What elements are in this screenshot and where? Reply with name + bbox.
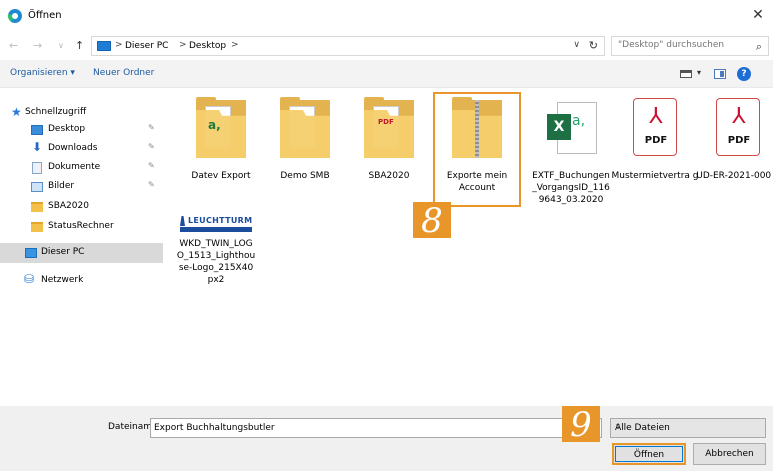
sidebar-item-statusrechner[interactable]: StatusRechner — [0, 217, 163, 237]
pdf-label: PDF — [644, 135, 668, 146]
filename-input[interactable] — [150, 418, 602, 438]
network-icon: ⛁ — [24, 272, 35, 286]
step-callout-9: 9 — [562, 406, 600, 444]
sidebar-item-documents[interactable]: Dokumente ✎ — [0, 158, 163, 178]
sidebar-item-sba2020[interactable]: SBA2020 — [0, 197, 163, 217]
window-title: Öffnen — [28, 10, 62, 21]
sidebar-item-label: SBA2020 — [48, 201, 89, 211]
search-input[interactable] — [618, 40, 744, 50]
download-icon: ⬇ — [32, 140, 43, 154]
pin-icon: ✎ — [148, 180, 155, 189]
search-box[interactable]: ⌕ — [611, 36, 769, 56]
edge-app-icon — [8, 9, 22, 23]
sidebar-item-downloads[interactable]: ⬇ Downloads ✎ — [0, 139, 163, 159]
pin-icon: ✎ — [148, 123, 155, 132]
file-label: Demo SMB — [280, 171, 330, 181]
folder-icon — [31, 202, 43, 212]
help-icon[interactable]: ? — [737, 67, 751, 81]
folder-icon: PDF — [364, 97, 414, 158]
sidebar-item-pictures[interactable]: Bilder ✎ — [0, 177, 163, 197]
breadcrumb-desktop[interactable]: Desktop — [189, 41, 226, 51]
file-label: Datev Export — [191, 171, 251, 181]
sidebar-item-desktop[interactable]: Desktop ✎ — [0, 120, 163, 140]
excel-x-glyph: X — [547, 114, 571, 140]
sidebar-item-label: Desktop — [48, 124, 86, 134]
pin-icon: ✎ — [148, 142, 155, 151]
command-bar: Organisieren ▾ Neuer Ordner ▾ ? — [0, 60, 773, 88]
sidebar-item-label: Dieser PC — [41, 247, 85, 257]
breadcrumb-separator[interactable]: > — [115, 40, 123, 50]
pc-icon — [25, 248, 37, 258]
file-item-mustermietvertrag[interactable]: ⅄ PDF Mustermietvertra g — [611, 92, 699, 212]
file-label: Exporte mein Account — [446, 171, 508, 193]
change-view-icon[interactable] — [680, 70, 692, 78]
file-label: EXTF_Buchungen _VorgangsID_116 9643_03.2… — [532, 171, 610, 205]
pdf-label: PDF — [727, 135, 751, 146]
file-label: UD-ER-2021-000 9 — [696, 171, 773, 181]
navigation-pane: ★ Schnellzugriff Desktop ✎ ⬇ Downloads ✎… — [0, 88, 163, 406]
breadcrumb-this-pc[interactable]: Dieser PC — [125, 41, 168, 51]
excel-sheet-glyph: a, — [572, 113, 586, 129]
file-list: a, Datev Export Demo SMB PDF SBA2020 Exp… — [163, 88, 773, 406]
refresh-icon[interactable]: ↻ — [589, 39, 598, 52]
cancel-button[interactable]: Abbrechen — [693, 443, 766, 465]
folder-icon — [31, 222, 43, 232]
folder-icon: a, — [196, 97, 246, 158]
file-item-exporte-mein-account[interactable]: Exporte mein Account — [433, 92, 521, 212]
file-item-extf-buchungen[interactable]: a, X EXTF_Buchungen _VorgangsID_116 9643… — [527, 92, 615, 212]
new-folder-button[interactable]: Neuer Ordner — [93, 68, 154, 78]
pdf-file-icon: ⅄ PDF — [633, 98, 677, 156]
lighthouse-logo-image: LEUCHTTURM — [180, 216, 252, 234]
file-item-ud-er-2021-0009[interactable]: ⅄ PDF UD-ER-2021-000 9 — [694, 92, 773, 212]
zip-folder-icon — [452, 97, 502, 158]
close-icon[interactable]: ✕ — [749, 7, 767, 23]
folder-icon — [280, 97, 330, 158]
view-options-dropdown-icon[interactable]: ▾ — [697, 68, 701, 77]
forward-arrow-icon[interactable]: → — [33, 39, 42, 52]
chevron-down-icon: ∨ — [615, 422, 621, 431]
open-button[interactable]: Öffnen — [612, 443, 686, 465]
sidebar-item-label: Netzwerk — [41, 275, 84, 285]
search-icon[interactable]: ⌕ — [756, 40, 762, 54]
address-dropdown-chevron-icon[interactable]: ∨ — [573, 40, 580, 50]
address-box[interactable]: > Dieser PC > Desktop > ∨ ↻ — [91, 36, 605, 56]
preview-pane-icon[interactable] — [714, 69, 726, 79]
file-label: SBA2020 — [368, 171, 410, 181]
title-bar: Öffnen ✕ — [0, 0, 773, 32]
organize-menu-button[interactable]: Organisieren ▾ — [10, 68, 75, 78]
excel-file-icon: a, X — [547, 102, 597, 154]
address-bar-row: ← → ∨ ↑ > Dieser PC > Desktop > ∨ ↻ ⌕ — [0, 32, 773, 60]
sidebar-item-label: Dokumente — [48, 162, 101, 172]
sidebar-item-label: Downloads — [48, 143, 98, 153]
this-pc-icon — [97, 41, 111, 51]
excel-badge-icon: a, — [208, 118, 221, 132]
sidebar-item-this-pc[interactable]: Dieser PC — [0, 243, 163, 263]
file-item-sba2020[interactable]: PDF SBA2020 — [345, 92, 433, 212]
back-arrow-icon[interactable]: ← — [9, 39, 18, 52]
file-label: Mustermietvertra g — [611, 171, 699, 181]
pdf-badge-icon: PDF — [378, 118, 394, 126]
documents-icon — [32, 162, 42, 174]
step-callout-8: 8 — [413, 202, 451, 240]
recent-locations-chevron-icon[interactable]: ∨ — [58, 41, 64, 50]
open-button-label: Öffnen — [633, 450, 665, 460]
sidebar-item-label: Schnellzugriff — [25, 107, 87, 117]
up-arrow-icon[interactable]: ↑ — [75, 39, 84, 52]
bottom-bar: Dateiname: Alle Dateien ∨ Öffnen Abbrech… — [0, 406, 773, 471]
breadcrumb-separator[interactable]: > — [179, 40, 187, 50]
pdf-file-icon: ⅄ PDF — [716, 98, 760, 156]
pin-icon: ✎ — [148, 161, 155, 170]
file-item-datev-export[interactable]: a, Datev Export — [177, 92, 265, 212]
breadcrumb-separator[interactable]: > — [231, 40, 239, 50]
file-item-demo-smb[interactable]: Demo SMB — [261, 92, 349, 212]
filetype-select[interactable]: Alle Dateien ∨ — [610, 418, 766, 438]
sidebar-item-label: StatusRechner — [48, 221, 114, 231]
file-label: WKD_TWIN_LOG O_1513_Lighthou se-Logo_215… — [176, 239, 256, 285]
sidebar-item-network[interactable]: ⛁ Netzwerk — [0, 271, 163, 291]
pictures-icon — [31, 182, 43, 192]
desktop-icon — [31, 125, 43, 135]
star-icon: ★ — [11, 105, 22, 119]
sidebar-item-label: Bilder — [48, 181, 75, 191]
